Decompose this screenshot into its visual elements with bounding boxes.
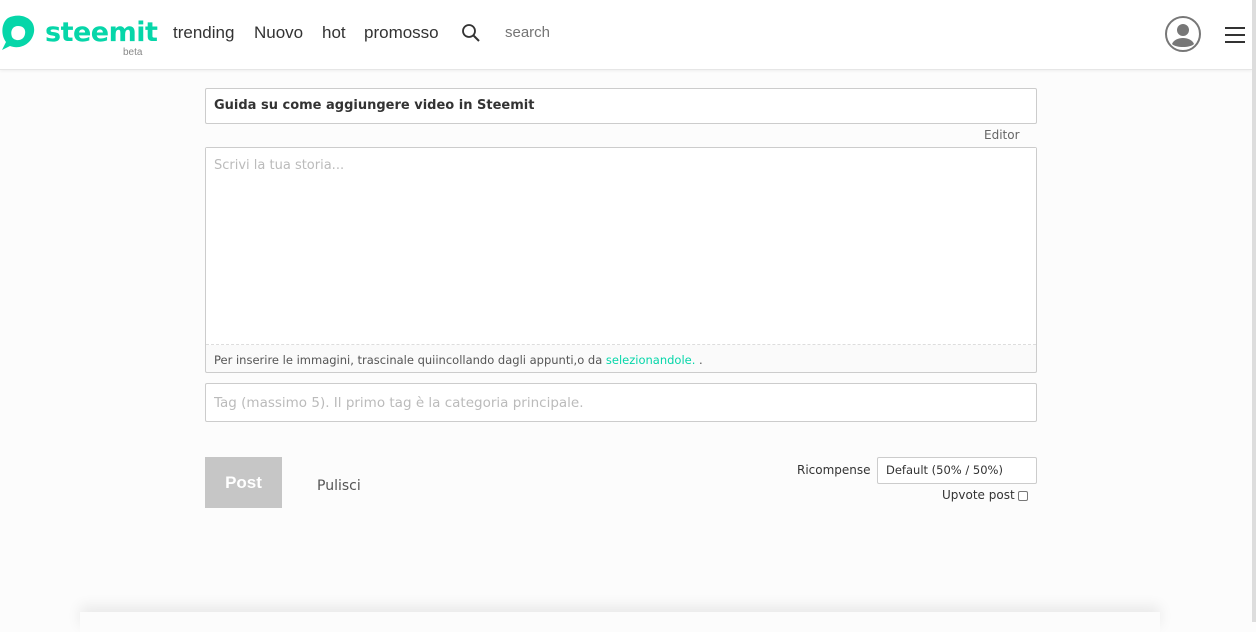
post-button[interactable]: Post	[205, 457, 282, 508]
tags-field	[205, 383, 1037, 422]
top-header: steemit beta trending Nuovo hot promosso	[0, 0, 1252, 70]
beta-label: beta	[123, 47, 143, 58]
title-input[interactable]: Guida su come aggiungere video in Steemi…	[205, 88, 1037, 124]
nav-hot[interactable]: hot	[322, 23, 346, 43]
clear-button[interactable]: Pulisci	[317, 478, 361, 494]
scrollbar[interactable]	[1252, 0, 1256, 622]
editor-toggle[interactable]: Editor	[984, 128, 1020, 142]
search-input[interactable]	[505, 24, 625, 41]
rewards-select[interactable]: Default (50% / 50%)	[877, 457, 1037, 484]
select-images-link[interactable]: selezionandole.	[606, 353, 696, 367]
footer-shadow	[80, 612, 1160, 632]
body-editor: Per inserire le immagini, trascinale qui…	[205, 147, 1037, 373]
image-upload-hint: Per inserire le immagini, trascinale qui…	[206, 349, 1036, 371]
hint-suffix: .	[695, 353, 703, 367]
hint-text: Per inserire le immagini, trascinale qui…	[214, 353, 606, 367]
steemit-logo-icon[interactable]	[0, 14, 40, 54]
rewards-label: Ricompense	[797, 463, 871, 477]
tags-input[interactable]	[206, 384, 1036, 421]
nav-trending[interactable]: trending	[173, 23, 234, 43]
hamburger-menu-icon[interactable]	[1225, 26, 1245, 44]
nav-nuovo[interactable]: Nuovo	[254, 23, 303, 43]
user-avatar-icon[interactable]	[1165, 16, 1201, 52]
search-icon[interactable]	[461, 23, 481, 43]
upvote-checkbox[interactable]	[1018, 491, 1028, 501]
body-textarea[interactable]	[206, 148, 1036, 345]
brand-name[interactable]: steemit	[45, 17, 158, 48]
upvote-label: Upvote post	[942, 488, 1015, 502]
nav-promosso[interactable]: promosso	[364, 23, 439, 43]
